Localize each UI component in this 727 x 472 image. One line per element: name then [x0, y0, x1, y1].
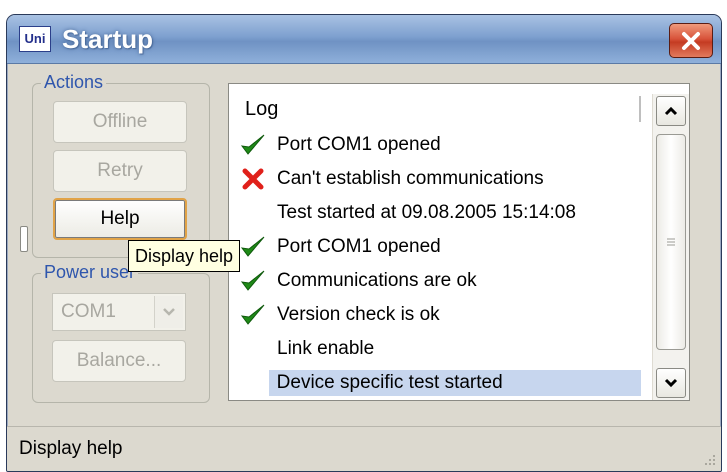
title-bar[interactable]: Uni Startup: [7, 15, 721, 64]
log-row-text: Port COM1 opened: [277, 236, 441, 257]
scroll-up-button[interactable]: [656, 96, 686, 126]
chevron-up-icon: [664, 106, 678, 116]
offline-button[interactable]: Offline: [53, 101, 187, 143]
check-icon: [237, 303, 269, 327]
chevron-down-icon: [163, 308, 175, 316]
close-icon: [682, 31, 700, 50]
status-text: Display help: [19, 438, 123, 459]
power-user-group-label: Power user: [41, 262, 139, 283]
log-list: Port COM1 opened Can't establish communi…: [237, 128, 641, 400]
resize-notch: [20, 226, 28, 252]
check-icon: [237, 269, 269, 293]
startup-window: Uni Startup Actions Offline Retry Help P…: [6, 14, 722, 472]
balance-button[interactable]: Balance...: [52, 340, 186, 382]
scroll-down-button[interactable]: [656, 368, 686, 398]
log-row-text: Test started at 09.08.2005 15:14:08: [277, 202, 576, 223]
cross-icon: [237, 167, 269, 191]
scroll-thumb[interactable]: [656, 134, 686, 350]
log-row[interactable]: Test started at 09.08.2005 15:14:08: [237, 196, 641, 230]
help-tooltip: Display help: [128, 240, 241, 272]
log-row-text: Can't establish communications: [277, 168, 544, 189]
log-scrollbar[interactable]: [652, 94, 689, 400]
check-icon: [237, 235, 269, 259]
log-row-text: Communications are ok: [277, 270, 477, 291]
log-row-text: Version check is ok: [277, 304, 440, 325]
port-select-arrow[interactable]: [154, 296, 183, 328]
check-icon: [237, 133, 269, 157]
window-title: Startup: [62, 24, 153, 54]
log-panel: Log Port COM1 opened Can't establish com…: [228, 83, 690, 401]
log-row-selected[interactable]: Device specific test started: [237, 366, 641, 400]
close-button[interactable]: [669, 23, 713, 58]
log-row[interactable]: Link enable: [237, 332, 641, 366]
retry-button[interactable]: Retry: [53, 150, 187, 192]
actions-group: Actions Offline Retry Help: [32, 72, 210, 258]
log-row[interactable]: Port COM1 opened: [237, 230, 641, 264]
help-button[interactable]: Help: [53, 198, 187, 240]
status-bar: Display help: [7, 426, 721, 471]
app-icon: Uni: [19, 26, 51, 52]
log-column-header[interactable]: Log: [245, 98, 278, 121]
actions-group-label: Actions: [41, 72, 107, 93]
resize-grip-icon[interactable]: [701, 451, 717, 467]
header-divider[interactable]: [639, 96, 641, 122]
log-row[interactable]: Port COM1 opened: [237, 128, 641, 162]
port-select-value: COM1: [61, 301, 116, 322]
log-row[interactable]: Communications are ok: [237, 264, 641, 298]
log-row-text: Link enable: [277, 338, 375, 359]
chevron-down-icon: [664, 378, 678, 388]
log-row-text: Port COM1 opened: [277, 134, 441, 155]
grip-lines-icon: [667, 238, 675, 246]
port-select[interactable]: COM1: [52, 293, 186, 331]
log-row[interactable]: Can't establish communications: [237, 162, 641, 196]
log-row-text: Device specific test started: [268, 370, 641, 396]
log-row[interactable]: Version check is ok: [237, 298, 641, 332]
